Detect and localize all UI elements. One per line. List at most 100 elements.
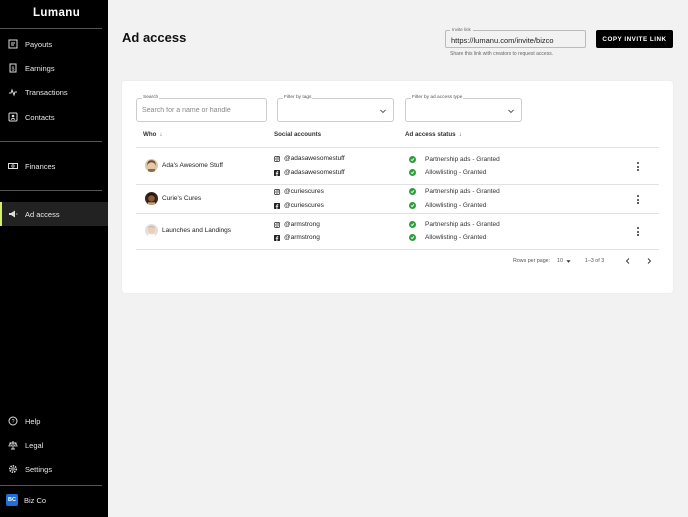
search-input[interactable] — [142, 107, 260, 114]
sidebar-divider — [0, 141, 102, 142]
caret-down-icon — [566, 259, 571, 263]
filter-by-tags-select[interactable]: Filter by tags — [277, 95, 394, 122]
app-logo[interactable]: Lumanu — [33, 7, 80, 19]
check-circle-icon — [409, 234, 416, 241]
avatar: BC — [6, 494, 18, 506]
search-field[interactable]: Search — [136, 95, 267, 122]
sidebar-divider — [0, 28, 102, 29]
facebook-account: @adasawesomestuff — [274, 169, 345, 176]
sidebar-item-finances[interactable]: Finances — [0, 154, 108, 178]
sidebar-item-label: Transactions — [25, 87, 68, 97]
avatar — [145, 192, 158, 205]
profile-name: Biz Co — [24, 495, 47, 505]
table-divider — [136, 147, 659, 148]
sidebar-item-label: Settings — [25, 464, 53, 474]
gear-icon — [8, 464, 18, 474]
sidebar-item-label: Earnings — [25, 63, 55, 73]
transactions-icon — [8, 87, 18, 97]
avatar — [145, 224, 158, 237]
sidebar-item-label: Help — [25, 416, 41, 426]
sidebar-item-transactions[interactable]: Transactions — [0, 80, 108, 104]
status-badge: Allowlisting - Granted — [409, 202, 486, 209]
sidebar-item-help[interactable]: ? Help — [0, 409, 108, 433]
facebook-account: @curiescures — [274, 202, 324, 209]
status-badge: Partnership ads - Granted — [409, 221, 500, 228]
facebook-icon — [274, 234, 280, 241]
svg-text:?: ? — [11, 419, 14, 425]
table-divider — [136, 249, 659, 250]
profile-menu[interactable]: BC Biz Co — [6, 494, 46, 506]
sidebar: Lumanu Payouts $ Earnings Transactions C… — [0, 0, 108, 517]
row-actions-menu-icon[interactable] — [636, 162, 640, 171]
legal-icon — [8, 440, 18, 450]
facebook-icon — [274, 169, 280, 176]
check-circle-icon — [409, 156, 416, 163]
rows-per-page-select[interactable]: 10 — [557, 258, 571, 264]
check-circle-icon — [409, 188, 416, 195]
rows-per-page-label: Rows per page: — [513, 258, 551, 264]
facebook-icon — [274, 202, 280, 209]
instagram-account: @curiescures — [274, 188, 324, 195]
payouts-icon — [8, 39, 18, 49]
pagination-range: 1–3 of 3 — [585, 258, 605, 264]
chevron-left-icon[interactable] — [624, 257, 632, 265]
row-actions-menu-icon[interactable] — [636, 195, 640, 204]
instagram-icon — [274, 221, 280, 228]
status-badge: Allowlisting - Granted — [409, 169, 486, 176]
table-row-who[interactable]: Curie's Cures — [145, 192, 201, 205]
sidebar-item-label: Legal — [25, 440, 44, 450]
sidebar-item-label: Payouts — [25, 39, 53, 49]
facebook-account: @armstrong — [274, 234, 320, 241]
table-divider — [136, 184, 659, 185]
filter-ad-type-label: Filter by ad access type — [411, 95, 464, 100]
column-header-social-accounts: Social accounts — [274, 131, 322, 138]
arrow-down-icon: ↓ — [159, 131, 163, 138]
instagram-icon — [274, 188, 280, 195]
sidebar-item-label: Ad access — [25, 209, 60, 219]
table-divider — [136, 213, 659, 214]
creator-name: Launches and Landings — [162, 227, 232, 234]
sidebar-divider — [0, 485, 102, 486]
earnings-icon: $ — [8, 63, 18, 73]
help-icon: ? — [8, 416, 18, 426]
page-title: Ad access — [122, 30, 187, 45]
finances-icon — [8, 161, 18, 171]
instagram-account: @adasawesomestuff — [274, 155, 345, 162]
table-row-who[interactable]: Launches and Landings — [145, 224, 231, 237]
check-circle-icon — [409, 221, 416, 228]
column-header-ad-access-status[interactable]: Ad access status ↓ — [405, 131, 462, 138]
creator-name: Ada's Awesome Stuff — [162, 162, 223, 169]
check-circle-icon — [409, 202, 416, 209]
invite-link-help: Share this link with creators to request… — [450, 51, 554, 57]
search-label: Search — [142, 95, 160, 100]
sidebar-item-legal[interactable]: Legal — [0, 433, 108, 457]
chevron-down-icon — [380, 109, 386, 114]
svg-text:$: $ — [12, 66, 15, 72]
status-badge: Allowlisting - Granted — [409, 234, 486, 241]
sidebar-item-ad-access[interactable]: Ad access — [0, 202, 108, 226]
invite-link-field[interactable]: https://lumanu.com/invite/bizco — [445, 30, 586, 48]
avatar — [145, 159, 158, 172]
sidebar-item-contacts[interactable]: Contacts — [0, 105, 108, 129]
sidebar-item-label: Contacts — [25, 112, 55, 122]
sidebar-divider — [0, 190, 102, 191]
copy-invite-link-button[interactable]: COPY INVITE LINK — [596, 30, 673, 48]
invite-link-label: Invite link — [450, 27, 473, 32]
chevron-right-icon[interactable] — [645, 257, 653, 265]
chevron-down-icon — [508, 109, 514, 114]
column-header-who[interactable]: Who ↓ — [143, 131, 162, 138]
filter-tags-label: Filter by tags — [283, 95, 313, 100]
table-row-who[interactable]: Ada's Awesome Stuff — [145, 159, 223, 172]
arrow-down-icon: ↓ — [458, 131, 462, 138]
creator-name: Curie's Cures — [162, 195, 202, 202]
sidebar-item-settings[interactable]: Settings — [0, 457, 108, 481]
sidebar-item-payouts[interactable]: Payouts — [0, 32, 108, 56]
sidebar-item-earnings[interactable]: $ Earnings — [0, 56, 108, 80]
status-badge: Partnership ads - Granted — [409, 156, 500, 163]
check-circle-icon — [409, 169, 416, 176]
contacts-icon — [8, 112, 18, 122]
row-actions-menu-icon[interactable] — [636, 227, 640, 236]
instagram-icon — [274, 155, 280, 162]
status-badge: Partnership ads - Granted — [409, 188, 500, 195]
filter-by-ad-access-type-select[interactable]: Filter by ad access type — [405, 95, 522, 122]
